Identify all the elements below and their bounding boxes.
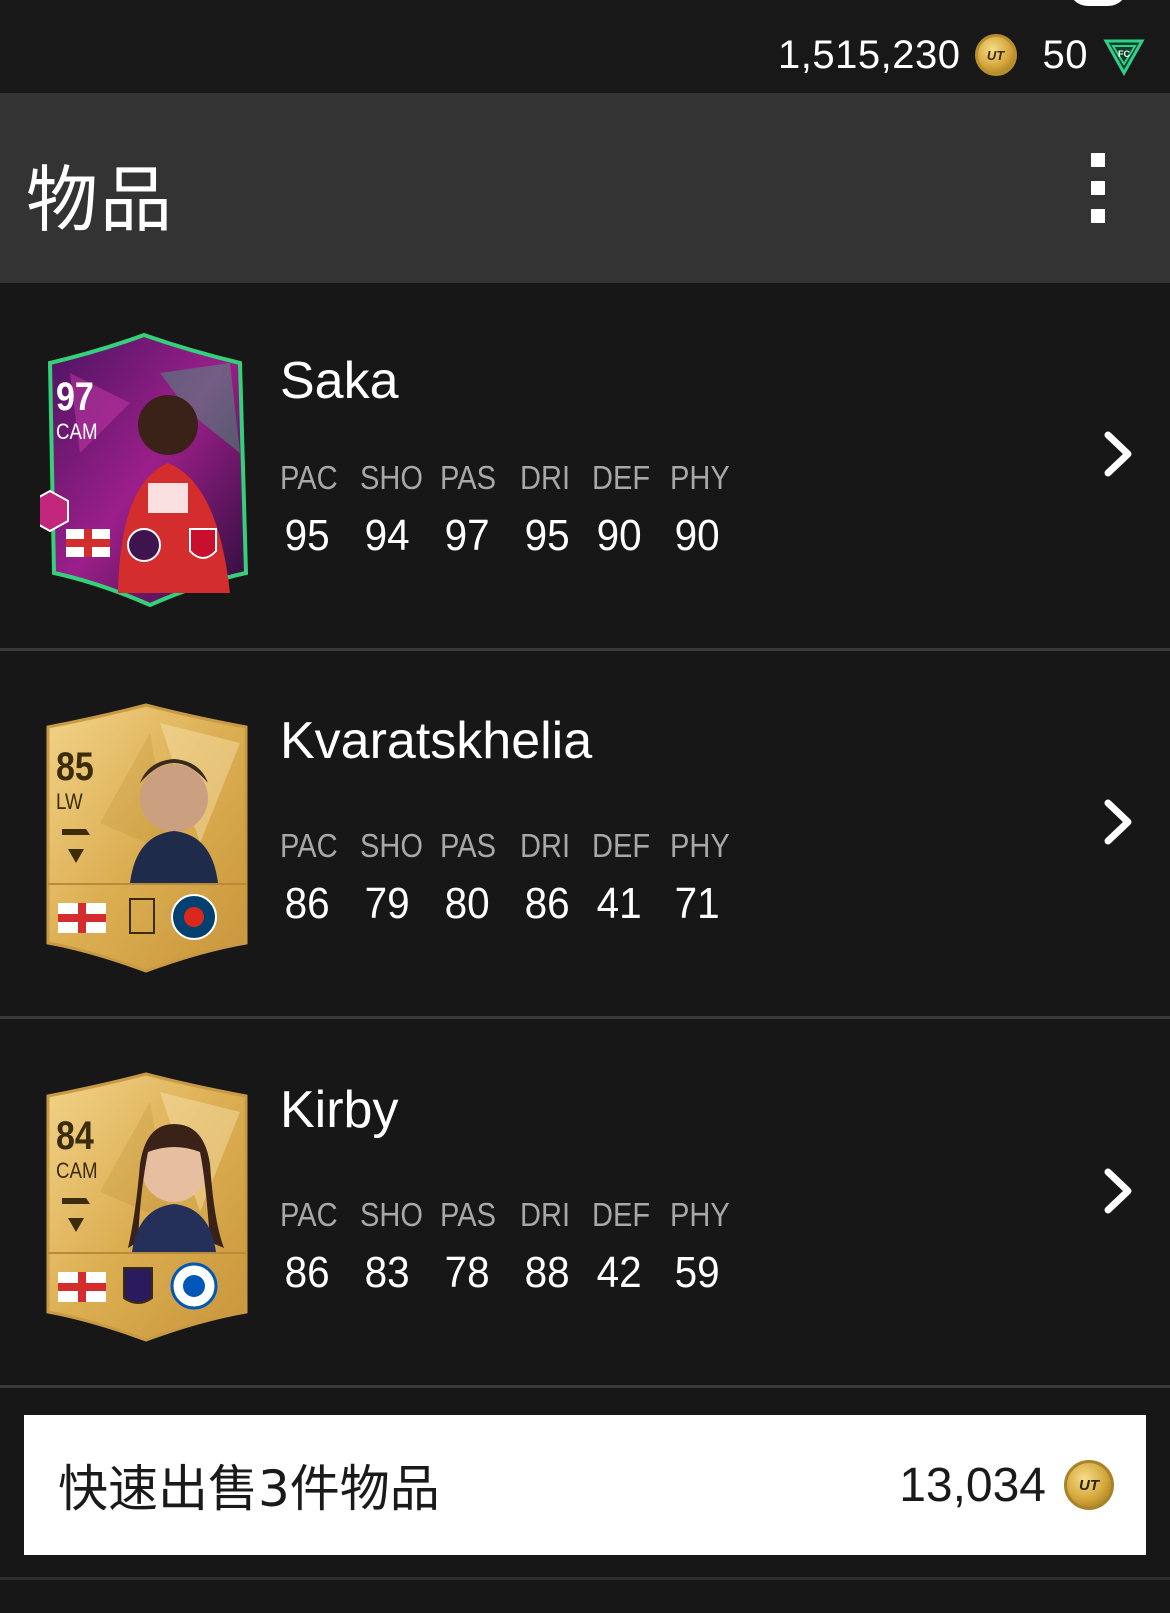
stat-pas: PAS 80 — [440, 827, 520, 929]
stat-value: 90 — [674, 511, 720, 560]
stat-label: PAS — [440, 459, 496, 496]
stat-phy: PHY 59 — [670, 1196, 750, 1298]
chevron-right-icon[interactable] — [1100, 1166, 1140, 1216]
stat-label: PAS — [440, 1196, 496, 1233]
stat-value: 86 — [284, 879, 330, 928]
stat-label: SHO — [360, 459, 423, 496]
list-item[interactable]: 84 CAM Kirby PAC 86 SHO 83 PAS 78 DRI 88 DEF… — [0, 1020, 1170, 1388]
stat-label: DEF — [592, 827, 651, 864]
stat-label: DRI — [520, 1196, 571, 1233]
stat-label: SHO — [360, 827, 423, 864]
currency-bar: 1,515,230 UT 50 FC — [0, 0, 1170, 93]
stat-sho: SHO 79 — [360, 827, 440, 929]
card-rating: 84 — [56, 1114, 94, 1158]
stat-label: PAC — [280, 1196, 338, 1233]
stat-pas: PAS 78 — [440, 1196, 520, 1298]
stat-label: PHY — [670, 1196, 730, 1233]
stat-phy: PHY 71 — [670, 827, 750, 929]
player-name: Kirby — [280, 1081, 399, 1139]
stat-label: PAS — [440, 827, 496, 864]
stat-sho: SHO 94 — [360, 459, 440, 561]
stat-label: SHO — [360, 1196, 423, 1233]
page-header: 物品 — [0, 93, 1170, 283]
chevron-right-icon[interactable] — [1100, 797, 1140, 847]
coin-balance: 1,515,230 — [778, 32, 961, 77]
quick-sell-label: 快速出售3件物品 — [58, 1460, 440, 1518]
stat-def: DEF 41 — [592, 827, 670, 929]
list-item[interactable]: 85 LW Kvaratskhelia PAC 86 SHO 79 PAS 80 DR… — [0, 651, 1170, 1019]
quick-sell-value: 13,034 — [899, 1458, 1046, 1512]
card-rating: 97 — [56, 375, 94, 419]
currency-display: 1,515,230 UT 50 FC — [778, 26, 1146, 84]
player-stats: PAC 86 SHO 83 PAS 78 DRI 88 DEF 42 PHY 59 — [280, 1196, 750, 1298]
quick-sell-button[interactable]: 快速出售3件物品 13,034 UT — [24, 1415, 1146, 1555]
fc-points-icon: FC — [1103, 39, 1145, 77]
player-card: 85 LW — [40, 703, 260, 983]
stat-value: 78 — [444, 1248, 490, 1297]
list-item[interactable]: 97 CAM Saka PAC 95 SHO 94 PAS 97 DRI 95 DEF 9… — [0, 283, 1170, 651]
divider — [0, 1577, 1170, 1580]
stat-label: PAC — [280, 827, 338, 864]
stat-label: DEF — [592, 459, 651, 496]
stat-dri: DRI 88 — [520, 1196, 592, 1298]
card-position: CAM — [56, 419, 98, 444]
stat-value: 90 — [596, 511, 642, 560]
stat-label: DRI — [520, 459, 571, 496]
card-rating: 85 — [56, 745, 94, 789]
card-position: CAM — [56, 1158, 98, 1183]
stat-value: 95 — [524, 511, 570, 560]
stat-pac: PAC 86 — [280, 827, 360, 929]
more-options-button[interactable] — [1086, 153, 1110, 223]
stat-dri: DRI 95 — [520, 459, 592, 561]
stat-sho: SHO 83 — [360, 1196, 440, 1298]
stat-pac: PAC 95 — [280, 459, 360, 561]
stat-dri: DRI 86 — [520, 827, 592, 929]
more-vertical-icon — [1091, 181, 1105, 195]
player-card: 97 CAM — [40, 333, 260, 613]
coin-icon: UT — [1064, 1460, 1114, 1510]
stat-value: 86 — [524, 879, 570, 928]
coin-icon: UT — [974, 34, 1017, 76]
chevron-right-icon[interactable] — [1100, 429, 1140, 479]
player-card: 84 CAM — [40, 1072, 260, 1352]
page-title: 物品 — [26, 158, 175, 242]
top-notch — [1068, 0, 1128, 6]
svg-text:FC: FC — [1118, 49, 1130, 59]
stat-value: 41 — [596, 879, 642, 928]
stat-value: 94 — [364, 511, 410, 560]
player-stats: PAC 86 SHO 79 PAS 80 DRI 86 DEF 41 PHY 71 — [280, 827, 750, 929]
stat-value: 97 — [444, 511, 490, 560]
stat-value: 80 — [444, 879, 490, 928]
player-name: Kvaratskhelia — [280, 712, 593, 770]
stat-value: 79 — [364, 879, 410, 928]
stat-label: PHY — [670, 827, 730, 864]
more-vertical-icon — [1091, 153, 1105, 167]
player-stats: PAC 95 SHO 94 PAS 97 DRI 95 DEF 90 PHY 90 — [280, 459, 750, 561]
stat-label: DEF — [592, 1196, 651, 1233]
stat-value: 71 — [674, 879, 720, 928]
card-position: LW — [56, 789, 83, 814]
more-vertical-icon — [1091, 209, 1105, 223]
stat-value: 86 — [284, 1248, 330, 1297]
stat-label: PAC — [280, 459, 338, 496]
stat-value: 83 — [364, 1248, 410, 1297]
stat-value: 42 — [596, 1248, 642, 1297]
stat-pac: PAC 86 — [280, 1196, 360, 1298]
points-balance: 50 — [1042, 32, 1088, 77]
stat-value: 59 — [674, 1248, 720, 1297]
stat-value: 95 — [284, 511, 330, 560]
stat-pas: PAS 97 — [440, 459, 520, 561]
stat-value: 88 — [524, 1248, 570, 1297]
stat-def: DEF 90 — [592, 459, 670, 561]
stat-def: DEF 42 — [592, 1196, 670, 1298]
stat-label: DRI — [520, 827, 571, 864]
player-name: Saka — [280, 352, 399, 410]
stat-label: PHY — [670, 459, 730, 496]
stat-phy: PHY 90 — [670, 459, 750, 561]
